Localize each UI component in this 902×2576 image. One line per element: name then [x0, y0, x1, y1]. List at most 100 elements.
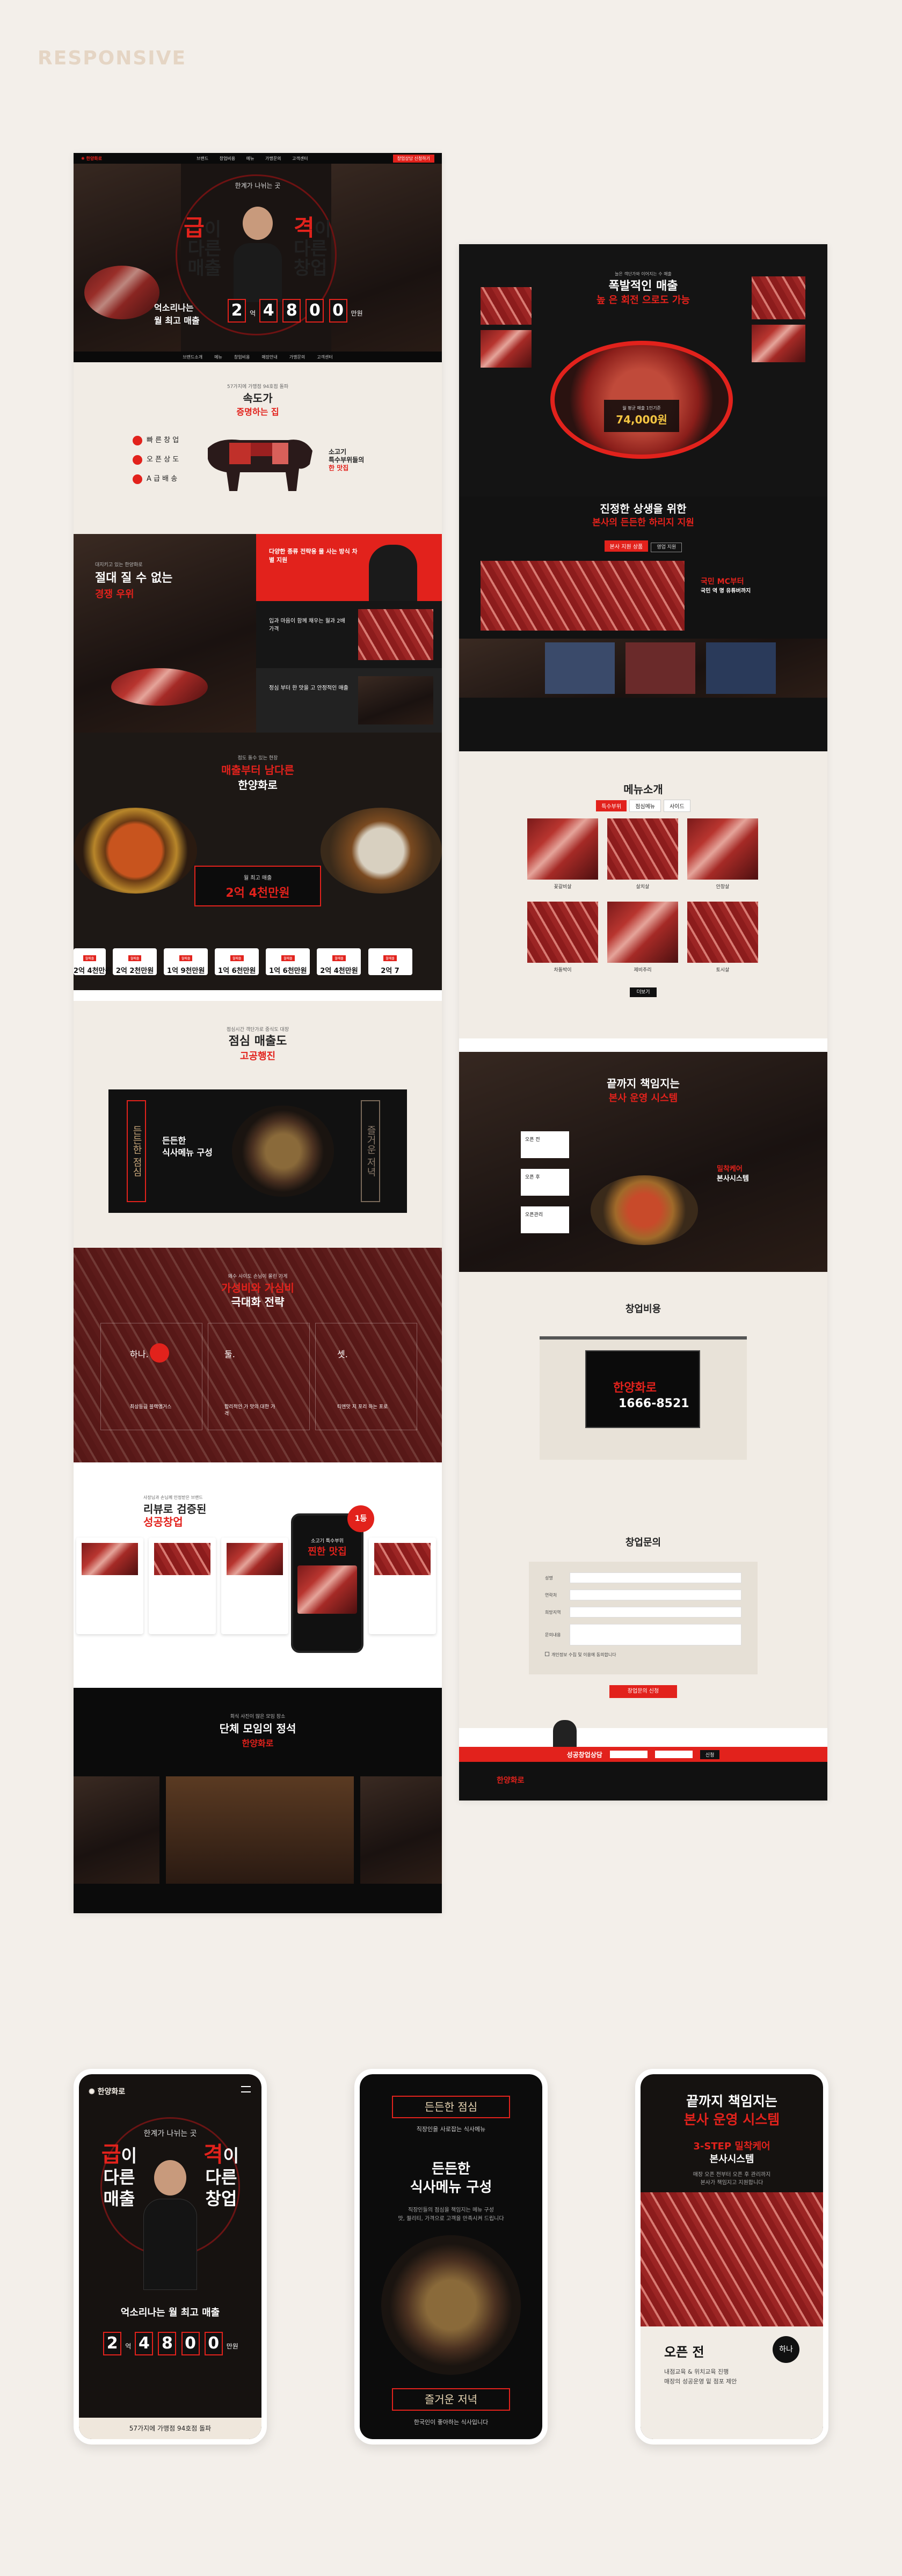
collage-photo — [752, 325, 805, 362]
review-section: 사장님과 손님께 인정받은 브랜드 리뷰로 검증된 성공창업 소고기 특수부위 … — [74, 1462, 442, 1688]
strategy-title: 가성비와 가심비 극대화 전략 — [221, 1282, 294, 1308]
cost-phone[interactable]: 1666-8521 — [619, 1397, 689, 1410]
hero-subtitle: 억소리나는 월 최고 매출 — [154, 303, 200, 326]
interior-photo — [74, 1776, 159, 1884]
tab-item[interactable]: 창업비용 — [234, 354, 250, 360]
m1-counter: 2 억 4 8 0 0 만원 — [79, 2332, 261, 2355]
stat-card: 월매출 2억 2천만원 — [113, 948, 157, 975]
hero-left-headline: 급이 다른 매출 — [184, 215, 221, 279]
stat-cards: 월매출 2억 4천만원 월매출 2억 2천만원 월매출 1억 9천만원 월매출 1억 6… — [74, 948, 442, 975]
nav-item[interactable]: 창업비용 — [220, 156, 235, 161]
m3-title: 끝까지 책임지는 본사 운영 시스템 — [683, 2094, 780, 2127]
soup-bowl — [74, 808, 197, 894]
m1-person — [143, 2160, 197, 2294]
hero-counter: 2 억 4 8 0 0 만원 — [227, 299, 363, 323]
speed-list: 빠 른 창 업 오 픈 상 도 A 급 배 송 — [133, 431, 179, 489]
desktop-left-mockup: ✺ 한양화로 브랜드 창업비용 메뉴 가맹문의 고객센터 창업상담 신청하기 한… — [74, 153, 442, 1913]
menu-item[interactable]: 꽃갈비살 — [527, 818, 598, 891]
name-input[interactable] — [570, 1572, 741, 1583]
nav-item[interactable]: 가맹문의 — [265, 156, 281, 161]
dinner-vertical-label: 즐거운 저녁 — [361, 1100, 380, 1202]
m1-menu-icon[interactable] — [241, 2086, 251, 2092]
footer-banner: 성공창업상담 신청 — [459, 1747, 827, 1762]
site-header: ✺ 한양화로 브랜드 창업비용 메뉴 가맹문의 고객센터 창업상담 신청하기 — [74, 153, 442, 164]
menu-item[interactable]: 토시살 — [687, 902, 758, 975]
stat-card: 월매출 1억 6천만원 — [266, 948, 310, 975]
mobile-mockup-1: ✺ 한양화로 한계가 나뉘는 곳 급이 다른 매출 격이 다른 창업 억소리나는… — [74, 2069, 267, 2445]
bone-soup — [321, 808, 442, 894]
lunch-panel-title: 든든한 식사메뉴 구성 — [162, 1136, 213, 1158]
care-section: 끝까지 책임지는 본사 운영 시스템 오픈 전 오픈 후 오픈관리 밀착케어 본… — [459, 1052, 827, 1272]
review-card[interactable] — [76, 1538, 143, 1634]
cost-sign: 한양화로 1666-8521 — [585, 1350, 700, 1428]
inquiry-submit-button[interactable]: 창업문의 신청 — [609, 1685, 677, 1698]
review-phone: 소고기 특수부위 찐한 맛집 — [291, 1513, 363, 1653]
header-cta-button[interactable]: 창업상담 신청하기 — [392, 154, 434, 163]
food-photo — [358, 609, 433, 660]
agree-checkbox[interactable]: 개인정보 수집 및 이용에 동의합니다 — [545, 1652, 741, 1658]
speed-kicker: 57가지에 가맹점 94호점 돌파 — [227, 384, 289, 390]
m2-foot-sub: 한국인이 좋아하는 식사입니다 — [413, 2419, 489, 2426]
counter-digit: 2 — [228, 299, 246, 323]
stat-card: 월매출 1억 6천만원 — [215, 948, 259, 975]
strategy-cards: 하나. 최상등급 블랙앵거스 둘. 합리적인 가 맛의 대한 가격 셋. 티엔맛… — [100, 1323, 417, 1441]
speed-item: 오 픈 상 도 — [133, 450, 179, 470]
m1-subtitle: 억소리나는 월 최고 매출 — [120, 2307, 220, 2318]
m2-foot-frame: 즐거운 저녁 — [392, 2388, 510, 2411]
nav-item[interactable]: 고객센터 — [292, 156, 308, 161]
review-card[interactable] — [369, 1538, 436, 1634]
speed-title: 속도가 증명하는 집 — [236, 392, 279, 417]
m2-title: 든든한 식사메뉴 구성 — [410, 2161, 492, 2196]
banner-submit-button[interactable]: 신청 — [700, 1750, 720, 1759]
review-card[interactable] — [149, 1538, 216, 1634]
logo[interactable]: ✺ 한양화로 — [81, 156, 102, 162]
menu-tabs: 특수부위 점심메뉴 사이드 — [459, 800, 827, 812]
counter-digit: 0 — [305, 299, 324, 323]
menu-tab[interactable]: 사이드 — [664, 800, 690, 812]
menu-tab[interactable]: 점심메뉴 — [629, 800, 661, 812]
menu-title: 메뉴소개 — [623, 783, 663, 796]
main-nav: 브랜드 창업비용 메뉴 가맹문의 고객센터 — [187, 156, 308, 162]
hero-bg-right — [331, 164, 442, 362]
cost-section: 창업비용 한양화로 1666-8521 — [459, 1272, 827, 1524]
care-step: 오픈 후 — [521, 1169, 569, 1196]
menu-item[interactable]: 안창살 — [687, 818, 758, 891]
tab-item[interactable]: 브랜드소개 — [183, 354, 202, 360]
menu-item[interactable]: 살치살 — [607, 818, 678, 891]
banner-input[interactable] — [609, 1751, 648, 1758]
review-title: 리뷰로 검증된 성공창업 — [143, 1503, 207, 1528]
interior-photo — [166, 1776, 354, 1884]
message-input[interactable] — [570, 1624, 741, 1645]
lunch-section: 점심시간 객단가로 중식도 대장 점심 매출도 고공행진 든든한 점심 든든한 … — [74, 1001, 442, 1248]
counter-digit: 0 — [329, 299, 347, 323]
nav-item[interactable]: 브랜드 — [197, 156, 208, 161]
sales-support-button[interactable]: 영업 지원 — [651, 543, 682, 552]
storefront — [625, 642, 695, 694]
menu-item[interactable]: 제비추리 — [607, 902, 678, 975]
strategy-section: 왜수 사이도 손님이 몰린 가게 가성비와 가심비 극대화 전략 하나. 최상등… — [74, 1248, 442, 1462]
tab-item[interactable]: 가맹문의 — [289, 354, 305, 360]
tab-item[interactable]: 고객센터 — [317, 354, 332, 360]
cost-table: 한양화로 1666-8521 — [540, 1336, 747, 1460]
review-card[interactable] — [221, 1538, 288, 1634]
price-badge: 월 평균 매출 1인기준 74,000원 — [604, 400, 679, 432]
counter-digit: 8 — [282, 299, 301, 323]
m3-subtitle-2: 본사시스템 — [709, 2154, 754, 2165]
form-row: 연락처 — [545, 1590, 741, 1600]
tab-item[interactable]: 매장안내 — [261, 354, 277, 360]
region-input[interactable] — [570, 1607, 741, 1618]
menu-item[interactable]: 차돌박이 — [527, 902, 598, 975]
strategy-red-icon — [150, 1343, 169, 1363]
menu-more-button[interactable]: 더보기 — [630, 987, 657, 997]
banner-input[interactable] — [654, 1751, 693, 1758]
phone-input[interactable] — [570, 1590, 741, 1600]
support-button[interactable]: 본사 지원 상품 — [604, 540, 649, 552]
form-row: 문의내용 — [545, 1624, 741, 1645]
tab-item[interactable]: 메뉴 — [214, 354, 222, 360]
menu-tab-active[interactable]: 특수부위 — [596, 800, 627, 811]
competitive-section: 대지키고 있는 한양화로 절대 질 수 없는 경쟁 우위 다양한 종류 전략용 … — [74, 534, 442, 733]
coop-photo — [481, 561, 685, 631]
storefront — [545, 642, 615, 694]
page-tag: RESPONSIVE — [38, 47, 187, 69]
nav-item[interactable]: 메뉴 — [246, 156, 254, 161]
